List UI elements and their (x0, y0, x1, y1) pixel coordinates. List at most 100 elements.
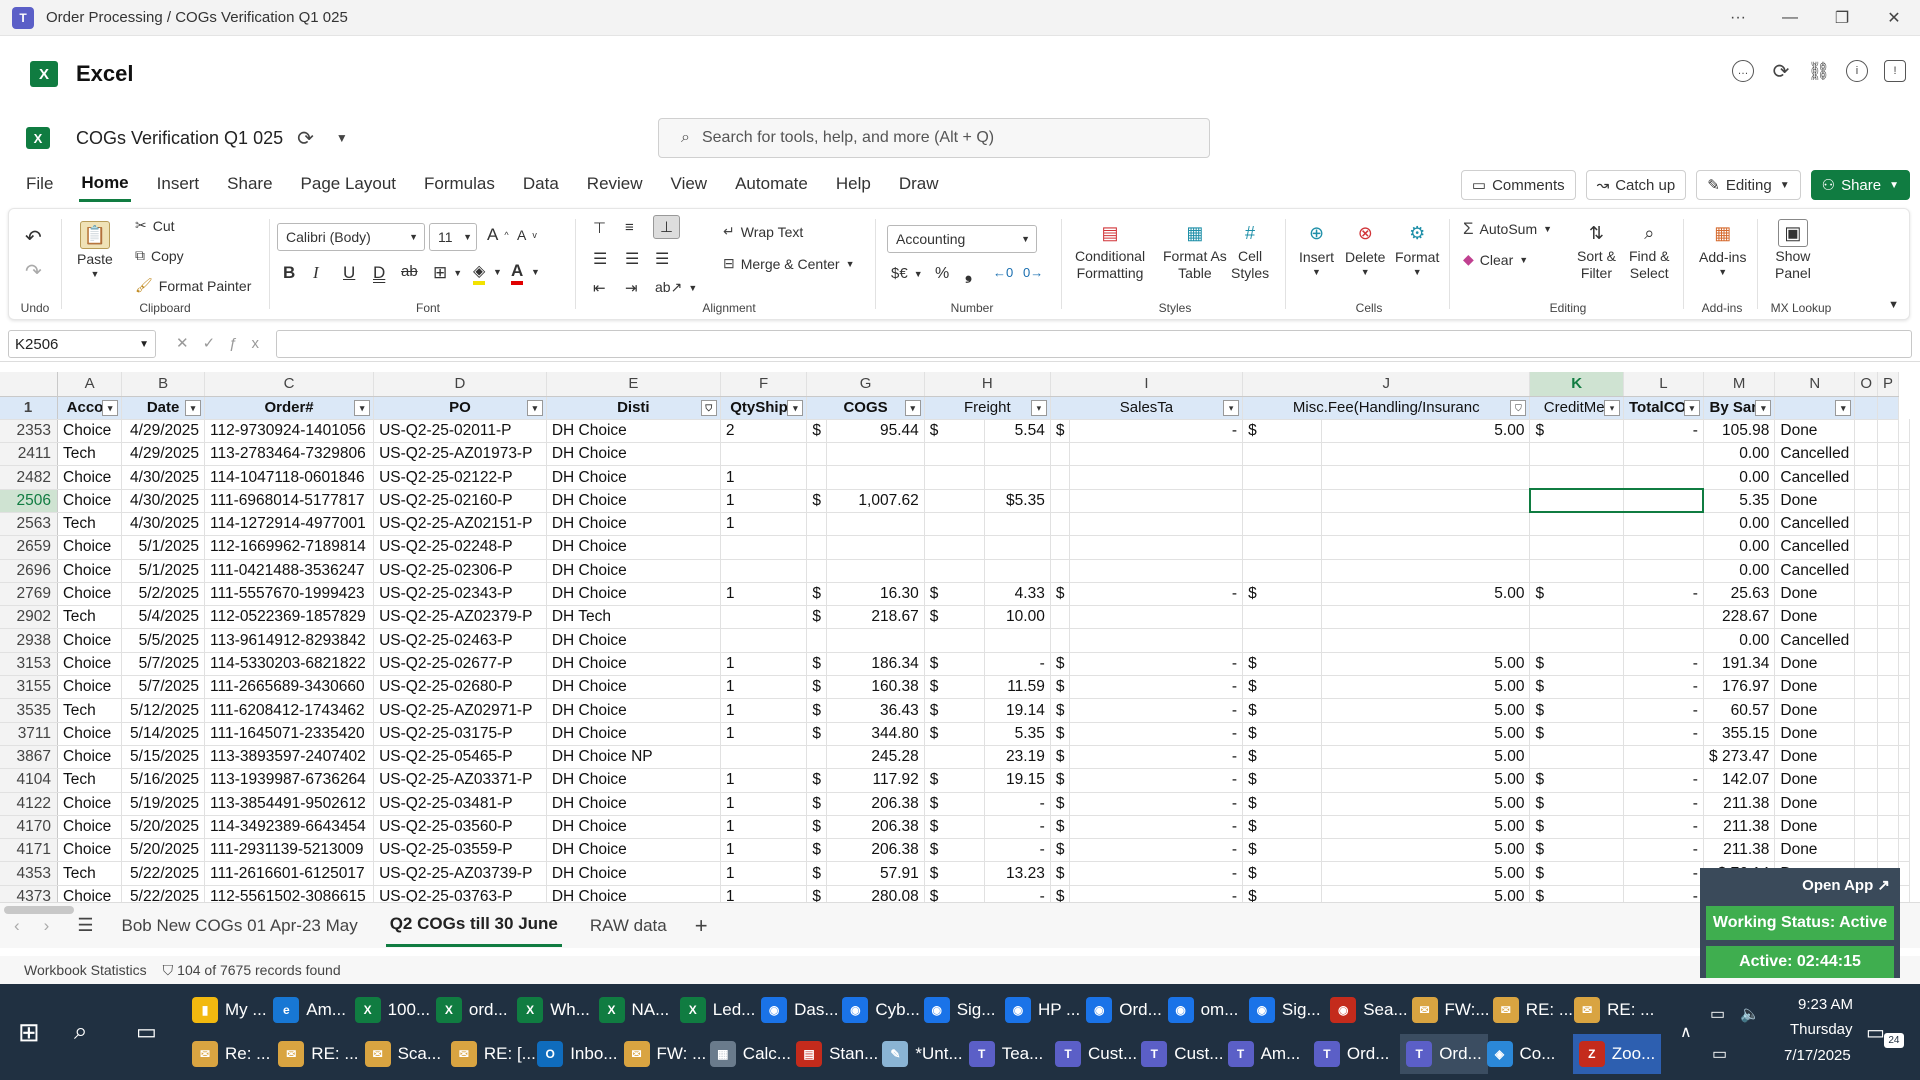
cell[interactable] (1877, 559, 1900, 583)
taskbar-app-button[interactable]: ✉ Re: ... (192, 1034, 270, 1074)
cell[interactable]: Done (1774, 489, 1856, 513)
cell[interactable] (1050, 442, 1071, 467)
header-cell[interactable]: By Sami ▾ (1703, 396, 1776, 420)
cell[interactable]: $ (1529, 815, 1624, 840)
taskbar-app-button[interactable]: ◉ Ord... (1086, 990, 1162, 1030)
taskbar-app-button[interactable]: O Inbo... (537, 1034, 617, 1074)
cell[interactable]: Choice (57, 745, 123, 770)
cell[interactable] (1854, 675, 1878, 700)
column-header[interactable]: C (204, 372, 375, 397)
cell[interactable]: - (1623, 419, 1704, 444)
cell[interactable]: $ (924, 861, 986, 886)
cell[interactable]: Choice (57, 675, 123, 700)
row-number[interactable]: 2411 (0, 442, 59, 467)
cell[interactable]: 1 (720, 652, 808, 677)
cell[interactable] (806, 465, 827, 490)
cell[interactable]: 1 (720, 768, 808, 793)
cell[interactable] (1854, 698, 1878, 723)
cell[interactable] (1854, 559, 1878, 583)
grow-font-icon[interactable]: A ^ (487, 225, 509, 245)
cell[interactable]: $ (1242, 838, 1323, 863)
copy-button[interactable]: ⧉ Copy (135, 247, 184, 264)
double-underline-icon[interactable]: D (373, 263, 385, 283)
taskbar-app-button[interactable]: ✉ RE: ... (1574, 990, 1654, 1030)
cell[interactable]: 1 (720, 582, 808, 607)
cell[interactable]: US-Q2-25-02680-P (373, 675, 547, 700)
cell[interactable]: 5/7/2025 (121, 652, 206, 677)
column-header[interactable]: F (720, 372, 808, 397)
cell[interactable]: - (1623, 722, 1704, 746)
cell[interactable]: Choice (57, 722, 123, 746)
cell[interactable] (984, 465, 1051, 490)
cell[interactable] (1898, 442, 1910, 467)
cell[interactable]: 211.38 (1703, 838, 1776, 863)
cell[interactable]: - (1069, 675, 1244, 700)
taskbar-app-button[interactable]: Z Zoo... (1572, 1034, 1662, 1074)
cell[interactable]: Done (1774, 675, 1856, 700)
cell[interactable] (984, 512, 1051, 537)
cell[interactable]: $ (806, 698, 827, 723)
cell[interactable]: 0.00 (1703, 628, 1776, 653)
cell[interactable]: 5/1/2025 (121, 535, 206, 560)
cell[interactable]: 5/16/2025 (121, 768, 206, 793)
cell[interactable] (806, 442, 827, 467)
cell[interactable]: 114-1272914-4977001 (204, 512, 375, 537)
cell[interactable] (1898, 792, 1910, 816)
cell[interactable]: $ (1242, 652, 1323, 677)
workbook-statistics[interactable]: Workbook Statistics (24, 962, 147, 978)
cell[interactable]: - (984, 885, 1051, 902)
cell[interactable]: US-Q2-25-02011-P (373, 419, 547, 444)
cell[interactable]: 211.38 (1703, 792, 1776, 816)
cell[interactable]: $ (924, 419, 986, 444)
cell[interactable]: - (1623, 652, 1704, 677)
cell[interactable]: Done (1774, 838, 1856, 863)
header-cell[interactable]: Order# ▾ (204, 396, 375, 420)
cell[interactable] (1242, 628, 1323, 653)
tab-formulas[interactable]: Formulas (422, 168, 497, 200)
cell[interactable] (806, 628, 827, 653)
cell[interactable]: $ (924, 582, 986, 607)
cell[interactable]: Tech (57, 605, 123, 630)
cell[interactable]: - (1623, 675, 1704, 700)
cell[interactable]: 5/22/2025 (121, 861, 206, 886)
cell[interactable]: $ (1242, 792, 1323, 816)
cell[interactable] (720, 559, 808, 583)
cell[interactable] (1898, 582, 1910, 607)
cell[interactable]: 355.15 (1703, 722, 1776, 746)
cell[interactable] (1321, 465, 1531, 490)
taskbar-app-button[interactable]: ✉ Sca... (364, 1034, 441, 1074)
column-header[interactable]: D (373, 372, 547, 397)
cell[interactable]: 111-6208412-1743462 (204, 698, 375, 723)
cell[interactable]: - (1069, 722, 1244, 746)
taskbar-app-button[interactable]: ◈ Co... (1486, 1034, 1555, 1074)
cell[interactable] (806, 535, 827, 560)
cell[interactable] (984, 628, 1051, 653)
cell[interactable]: 4/30/2025 (121, 465, 206, 490)
cell[interactable]: DH Choice (546, 559, 721, 583)
cell[interactable] (1877, 698, 1900, 723)
cell[interactable] (1854, 419, 1878, 444)
cell[interactable]: Tech (57, 861, 123, 886)
comma-style-icon[interactable]: ❟ (965, 263, 972, 284)
cell[interactable]: 105.98 (1703, 419, 1776, 444)
cell[interactable]: 5.00 (1321, 745, 1531, 770)
cell[interactable]: $ (924, 722, 986, 746)
cell[interactable]: 19.14 (984, 698, 1051, 723)
cell[interactable] (1623, 465, 1704, 490)
column-header[interactable]: P (1877, 372, 1900, 397)
cell[interactable]: - (1623, 582, 1704, 607)
filter-dropdown-icon[interactable]: ▾ (1030, 399, 1047, 416)
decrease-decimal-icon[interactable]: 0→ (1023, 265, 1043, 280)
cell[interactable]: Cancelled (1774, 535, 1856, 560)
cell[interactable]: DH Choice (546, 675, 721, 700)
cell[interactable] (826, 535, 925, 560)
filter-dropdown-icon[interactable]: ▾ (354, 399, 371, 416)
header-cell[interactable]: ▾ (1774, 396, 1856, 420)
cell[interactable] (1877, 652, 1900, 677)
cell[interactable] (1877, 512, 1900, 537)
cell[interactable] (1877, 582, 1900, 607)
column-header[interactable]: E (546, 372, 721, 397)
cell[interactable] (1877, 465, 1900, 490)
cell[interactable]: Done (1774, 582, 1856, 607)
cell[interactable]: Choice (57, 838, 123, 863)
